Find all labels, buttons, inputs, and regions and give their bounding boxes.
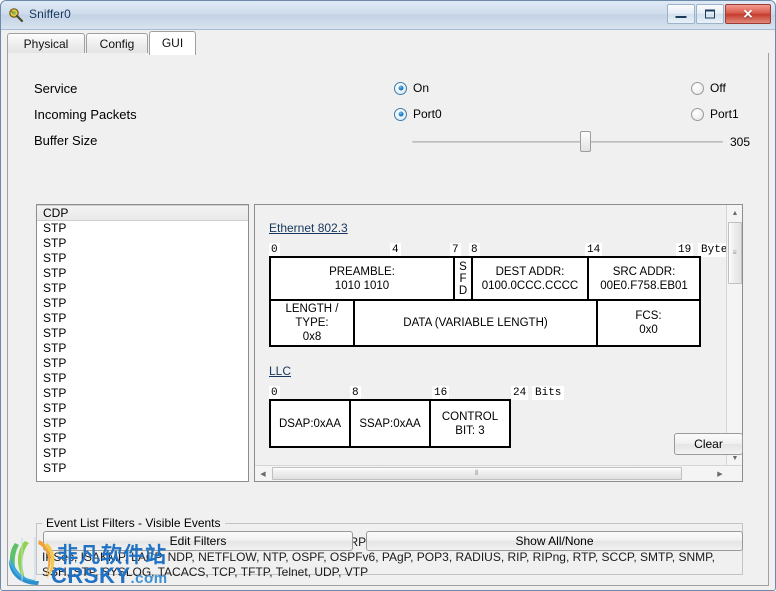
ethernet-mark-4: 4	[390, 243, 401, 257]
field-sfd[interactable]: S F D	[453, 256, 473, 301]
radio-off-icon	[691, 81, 704, 95]
list-item[interactable]: STP	[37, 341, 248, 356]
field-control[interactable]: CONTROL BIT: 3	[429, 399, 511, 448]
diagram-horizontal-scrollbar[interactable]: ◀ ⦀ ▶	[255, 465, 742, 481]
packet-list[interactable]: CDP STP STP STP STP STP STP STP STP STP …	[36, 204, 249, 482]
list-item[interactable]: STP	[37, 371, 248, 386]
field-fcs[interactable]: FCS: 0x0	[596, 299, 701, 347]
service-label: Service	[34, 81, 78, 96]
window-title: Sniffer0	[29, 7, 71, 21]
grip-icon: ≡	[732, 249, 738, 257]
chevron-right-icon: ▶	[717, 470, 723, 478]
list-item[interactable]: STP	[37, 356, 248, 371]
chevron-down-icon: ▼	[731, 454, 739, 462]
list-item[interactable]: STP	[37, 266, 248, 281]
scroll-right-button[interactable]: ▶	[712, 466, 728, 481]
buffer-size-label: Buffer Size	[34, 133, 98, 148]
ethernet-mark-0: 0	[269, 243, 280, 257]
ethernet-mark-8: 8	[469, 243, 480, 257]
list-item[interactable]: STP	[37, 296, 248, 311]
chevron-left-icon: ◀	[260, 470, 266, 478]
vertical-scroll-thumb[interactable]: ≡	[728, 222, 742, 284]
list-item[interactable]: STP	[37, 446, 248, 461]
buffer-size-value: 305	[730, 135, 751, 149]
minimize-icon	[675, 16, 687, 19]
ethernet-mark-14: 14	[585, 243, 603, 257]
close-button[interactable]: ✕	[725, 4, 771, 24]
list-item[interactable]: STP	[37, 251, 248, 266]
incoming-port1-label: Port1	[710, 107, 739, 121]
list-item[interactable]: STP	[37, 386, 248, 401]
radio-port1-icon	[691, 107, 704, 121]
incoming-port1-radio[interactable]: Port1	[691, 107, 739, 121]
scroll-left-button[interactable]: ◀	[255, 466, 271, 481]
service-on-label: On	[413, 81, 430, 95]
packet-diagram: Ethernet 802.3 0 4 7 8 14 19 Bytes PREAM…	[255, 205, 738, 466]
field-dsap[interactable]: DSAP:0xAA	[269, 399, 351, 448]
incoming-port0-label: Port0	[413, 107, 442, 121]
list-item[interactable]: STP	[37, 461, 248, 476]
chevron-up-icon: ▲	[731, 209, 739, 217]
service-on-radio[interactable]: On	[394, 81, 429, 95]
event-filters-title: Event List Filters - Visible Events	[42, 516, 225, 530]
scroll-up-button[interactable]: ▲	[727, 205, 742, 221]
list-item[interactable]: STP	[37, 236, 248, 251]
tab-gui[interactable]: GUI	[149, 31, 196, 55]
incoming-packets-label: Incoming Packets	[34, 107, 137, 122]
ethernet-title[interactable]: Ethernet 802.3	[269, 221, 348, 235]
radio-on-icon	[394, 81, 407, 95]
packet-diagram-panel: Ethernet 802.3 0 4 7 8 14 19 Bytes PREAM…	[254, 204, 743, 482]
show-all-none-button[interactable]: Show All/None	[366, 531, 743, 551]
list-item[interactable]: STP	[37, 401, 248, 416]
llc-title[interactable]: LLC	[269, 364, 291, 378]
sniffer-icon	[9, 8, 24, 23]
incoming-port0-radio[interactable]: Port0	[394, 107, 442, 121]
service-off-label: Off	[710, 81, 726, 95]
field-ssap[interactable]: SSAP:0xAA	[349, 399, 431, 448]
buffer-size-slider-thumb[interactable]	[580, 131, 591, 152]
title-bar: Sniffer0 ✕	[1, 1, 775, 30]
clear-button[interactable]: Clear	[674, 433, 743, 455]
field-data[interactable]: DATA (VARIABLE LENGTH)	[353, 299, 598, 347]
field-preamble[interactable]: PREAMBLE: 1010 1010	[269, 256, 455, 301]
llc-mark-8: 8	[350, 386, 361, 400]
maximize-button[interactable]	[696, 4, 724, 24]
buffer-size-slider-track[interactable]	[412, 141, 723, 143]
service-off-radio[interactable]: Off	[691, 81, 726, 95]
grip-icon: ⦀	[474, 469, 480, 477]
list-item[interactable]: STP	[37, 326, 248, 341]
list-item[interactable]: STP	[37, 281, 248, 296]
llc-unit-label: Bits	[532, 386, 565, 400]
sniffer-window: Sniffer0 ✕ Physical Config GUI Service O…	[0, 0, 776, 591]
maximize-icon	[705, 9, 715, 19]
close-icon: ✕	[742, 6, 754, 22]
list-item[interactable]: STP	[37, 311, 248, 326]
tab-strip: Physical Config GUI	[7, 31, 769, 55]
llc-mark-0: 0	[269, 386, 280, 400]
list-item[interactable]: STP	[37, 416, 248, 431]
tab-config[interactable]: Config	[86, 33, 148, 54]
gui-tab-panel: Service On Off Incoming Packets Port0 Po…	[7, 53, 769, 586]
list-item[interactable]: STP	[37, 431, 248, 446]
llc-mark-16: 16	[432, 386, 450, 400]
list-item[interactable]: STP	[37, 221, 248, 236]
list-item[interactable]: CDP	[37, 205, 248, 221]
edit-filters-button[interactable]: Edit Filters	[43, 531, 353, 551]
field-src-addr[interactable]: SRC ADDR: 00E0.F758.EB01	[587, 256, 701, 301]
ethernet-mark-7: 7	[450, 243, 461, 257]
ethernet-mark-19: 19	[676, 243, 694, 257]
radio-port0-icon	[394, 107, 407, 121]
tab-physical[interactable]: Physical	[7, 33, 85, 54]
window-controls: ✕	[667, 4, 771, 24]
minimize-button[interactable]	[667, 4, 695, 24]
field-length-type[interactable]: LENGTH / TYPE: 0x8	[269, 299, 355, 347]
field-dest-addr[interactable]: DEST ADDR: 0100.0CCC.CCCC	[471, 256, 589, 301]
llc-mark-24: 24	[511, 386, 529, 400]
horizontal-scroll-thumb[interactable]: ⦀	[272, 467, 682, 480]
